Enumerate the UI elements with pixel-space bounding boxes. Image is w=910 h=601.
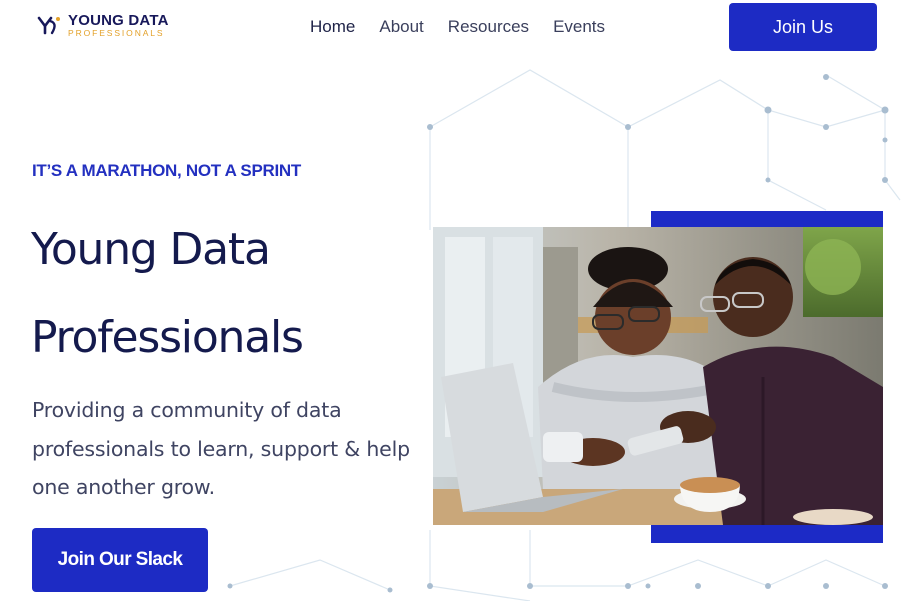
logo-title: YOUNG DATA xyxy=(68,11,169,29)
yd-logo-mark-icon xyxy=(37,16,60,35)
site-logo[interactable]: YOUNG DATA PROFESSIONALS xyxy=(36,12,169,38)
site-header: YOUNG DATA PROFESSIONALS Home About Reso… xyxy=(0,0,910,58)
nav-link-resources[interactable]: Resources xyxy=(448,17,529,37)
hero-description: Providing a community of data profession… xyxy=(32,398,410,499)
join-slack-button[interactable]: Join Our Slack xyxy=(32,528,208,592)
main-nav: Home About Resources Events xyxy=(310,17,605,37)
nav-link-home[interactable]: Home xyxy=(310,17,355,37)
hero-eyebrow: IT’S A MARATHON, NOT A SPRINT xyxy=(32,161,301,180)
nav-link-about[interactable]: About xyxy=(379,17,423,37)
hero-title: Young Data Professionals xyxy=(31,206,431,382)
hero-title-line-2: Professionals xyxy=(31,312,304,363)
nav-link-events[interactable]: Events xyxy=(553,17,605,37)
hero-photo xyxy=(433,227,883,525)
join-us-button[interactable]: Join Us xyxy=(729,3,877,51)
hero-title-line-1: Young Data xyxy=(31,224,271,275)
logo-subtitle: PROFESSIONALS xyxy=(68,27,165,38)
